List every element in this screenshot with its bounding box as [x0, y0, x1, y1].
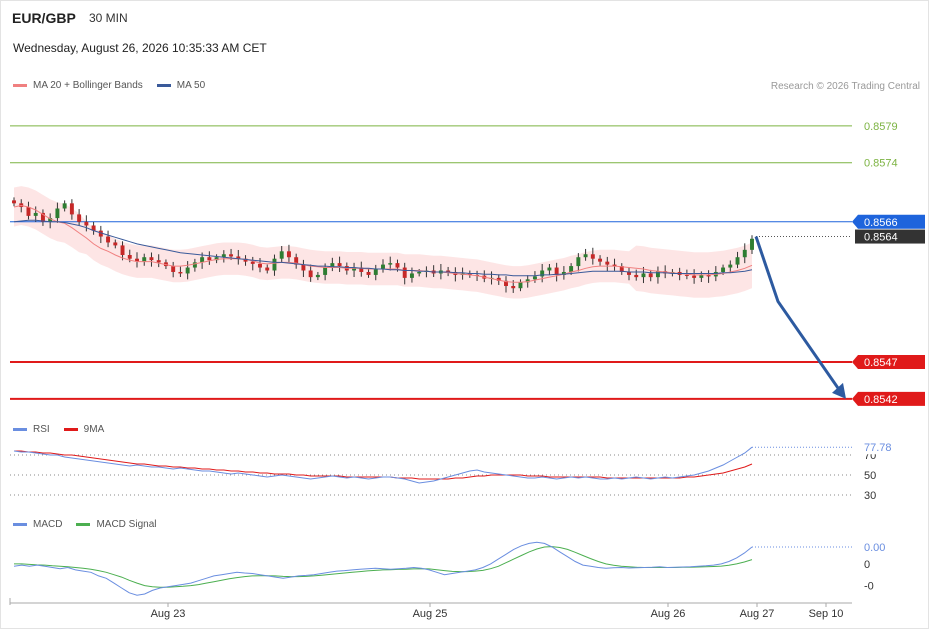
candle-body	[62, 203, 67, 209]
forecast-arrow-head	[832, 382, 846, 399]
candle-body	[149, 257, 154, 261]
forecast-arrow-line	[754, 236, 842, 392]
candle-body	[590, 254, 595, 259]
candle-body	[77, 214, 82, 222]
candle-body	[265, 267, 270, 271]
candle-body	[69, 203, 74, 215]
candle-body	[598, 258, 603, 262]
chart-canvas: 0.85790.85740.85660.85640.85470.85427050…	[9, 121, 925, 620]
level-label-0.8542: 0.8542	[864, 394, 898, 406]
candle-body	[33, 212, 38, 216]
candle-body	[684, 274, 689, 276]
candle-body	[250, 261, 255, 264]
bollinger-band	[14, 186, 752, 299]
candle-body	[417, 271, 422, 274]
macd-last-value: 0.00	[864, 542, 885, 554]
candle-body	[605, 261, 610, 265]
candle-body	[742, 249, 747, 258]
candle-body	[532, 276, 537, 280]
x-axis-tick-label: Aug 25	[413, 608, 448, 620]
candle-body	[272, 258, 277, 271]
candle-body	[279, 251, 284, 259]
candle-body	[569, 266, 574, 272]
candle-body	[156, 260, 161, 263]
candle-body	[26, 207, 31, 216]
x-axis-tick-label: Aug 26	[651, 608, 686, 620]
candle-body	[308, 270, 313, 278]
candle-body	[728, 264, 733, 268]
rsi-tick-label: 30	[864, 490, 876, 502]
candle-body	[547, 267, 552, 271]
level-label-0.8579: 0.8579	[864, 121, 898, 133]
macd-signal-line	[14, 546, 753, 588]
macd-tick-label: -0	[864, 581, 874, 593]
candle-body	[692, 275, 697, 278]
x-axis-tick-label: Aug 23	[151, 608, 186, 620]
candle-body	[518, 282, 523, 289]
candle-body	[142, 257, 147, 262]
rsi-last-value: 77.78	[864, 442, 892, 454]
candle-body	[323, 267, 328, 275]
candle-body	[381, 264, 385, 270]
candle-body	[185, 267, 190, 274]
candle-body	[648, 273, 653, 278]
candle-body	[511, 286, 516, 289]
candle-body	[641, 273, 646, 278]
level-label-0.8574: 0.8574	[864, 158, 898, 170]
candle-body	[84, 221, 89, 226]
rsi-line	[13, 446, 753, 484]
candle-body	[178, 271, 183, 274]
candle-body	[120, 245, 125, 255]
candle-body	[258, 263, 262, 268]
candle-body	[655, 271, 660, 278]
candle-body	[409, 273, 414, 278]
level-label-0.8566: 0.8566	[864, 217, 898, 229]
candle-body	[576, 257, 581, 267]
candle-body	[337, 263, 342, 267]
candle-body	[113, 242, 118, 246]
x-axis-tick-label: Aug 27	[740, 608, 775, 620]
candle-body	[12, 200, 16, 204]
last-price-label: 0.8564	[864, 232, 898, 244]
rsi-tick-label: 50	[864, 470, 876, 482]
candle-body	[127, 255, 132, 259]
candle-body	[171, 266, 176, 272]
candle-body	[286, 251, 291, 258]
candle-body	[229, 254, 234, 257]
level-label-0.8547: 0.8547	[864, 357, 898, 369]
candle-body	[395, 263, 400, 268]
candle-body	[634, 274, 639, 278]
candle-body	[315, 274, 320, 278]
candle-body	[373, 269, 378, 275]
macd-tick-label: 0	[864, 559, 870, 571]
candle-body	[207, 257, 212, 261]
candle-body	[735, 257, 740, 265]
macd-line	[13, 541, 753, 596]
candle-body	[106, 236, 111, 243]
candle-body	[301, 264, 306, 271]
candle-body	[583, 254, 588, 258]
candle-body	[366, 271, 371, 275]
x-axis-tick-label: Sep 10	[809, 608, 844, 620]
candle-body	[388, 263, 393, 265]
candle-body	[402, 267, 407, 278]
candle-body	[750, 238, 754, 250]
candle-body	[55, 208, 60, 219]
candle-body	[721, 267, 726, 272]
